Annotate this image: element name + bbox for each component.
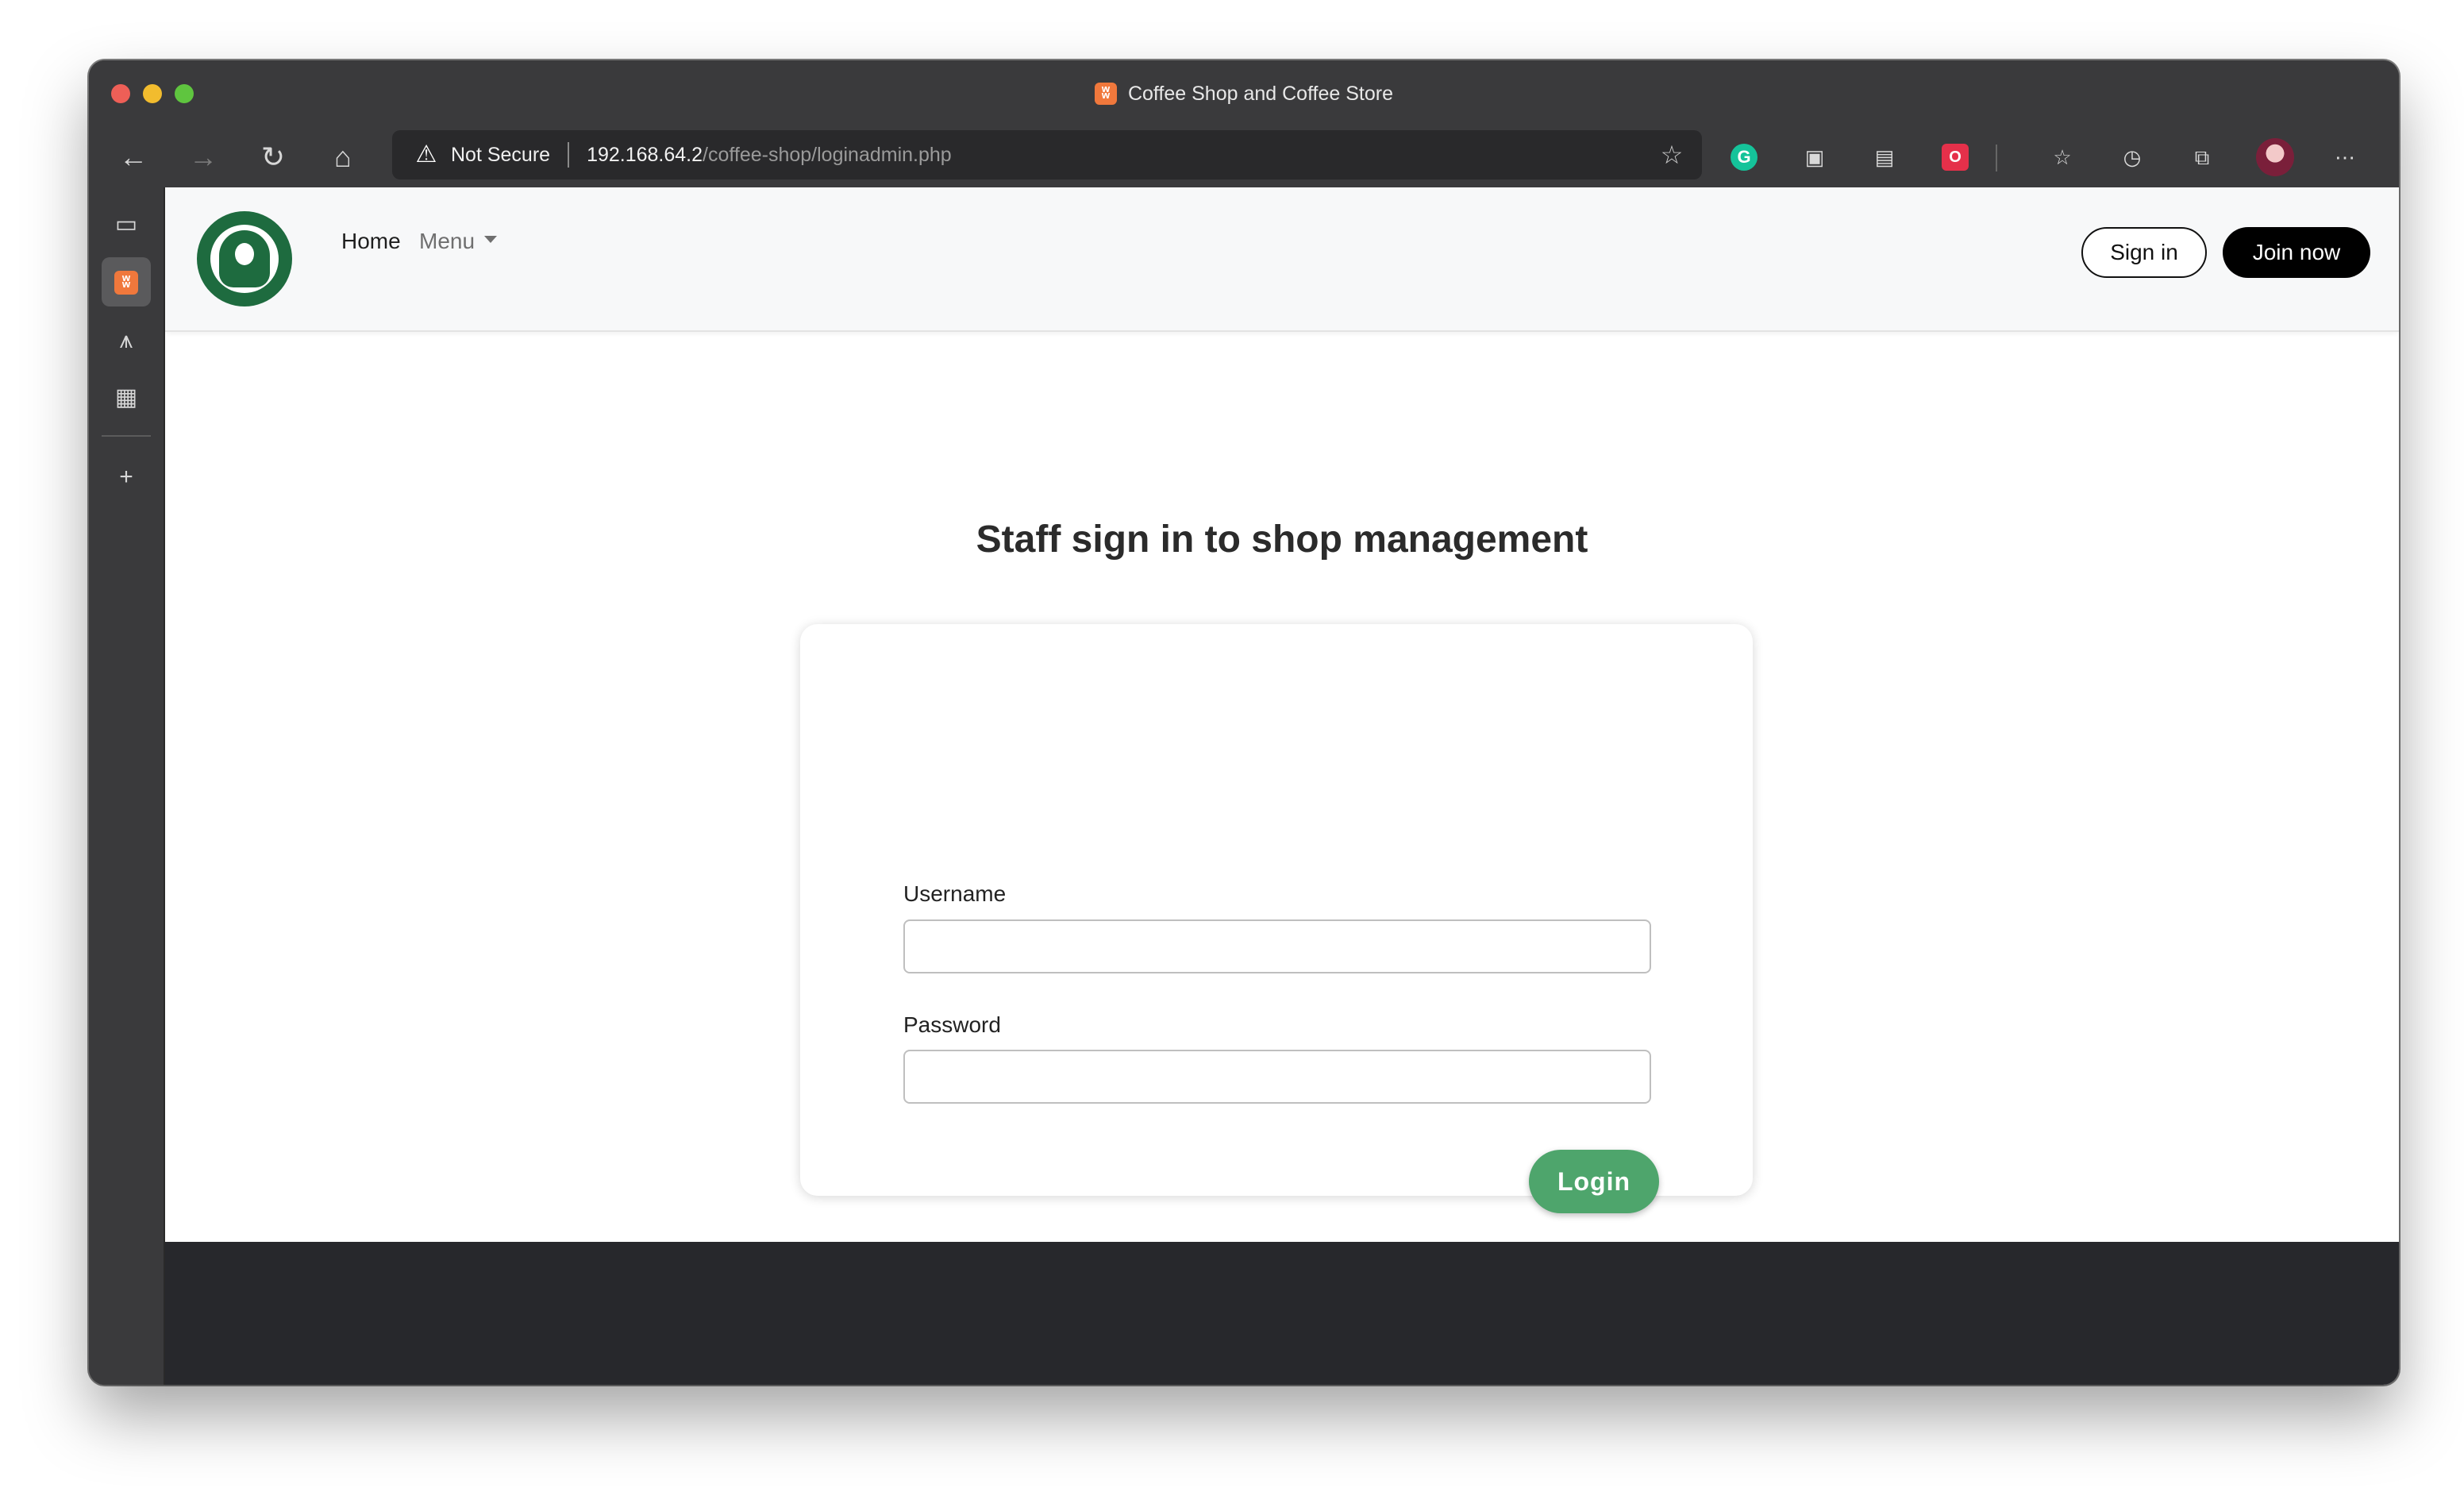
nav-menu-label: Menu: [419, 229, 475, 253]
brand-logo[interactable]: [197, 211, 292, 306]
sign-in-button[interactable]: Sign in: [2081, 227, 2207, 278]
grammarly-icon[interactable]: G: [1731, 144, 1758, 171]
home-icon[interactable]: ⌂: [321, 135, 365, 179]
password-field[interactable]: [903, 1050, 1651, 1104]
warning-icon: ⚠: [415, 141, 437, 168]
extension-icon[interactable]: ▣: [1797, 140, 1832, 175]
tab-actions-icon[interactable]: ▭: [102, 200, 151, 249]
web-page: Home Menu Sign in Join now Staff sign in…: [165, 187, 2399, 1385]
join-now-button[interactable]: Join now: [2223, 227, 2370, 278]
nav-home-link[interactable]: Home: [341, 226, 401, 257]
logo-ring: [210, 225, 279, 293]
sidebar-tab-xampp[interactable]: ʬ: [102, 257, 151, 306]
title-bar: ʬ Coffee Shop and Coffee Store: [89, 60, 2399, 127]
nav-menu-dropdown[interactable]: Menu: [419, 226, 498, 257]
vertical-tabs-sidebar: ▭ ʬ ⩚ ▦ +: [89, 187, 165, 1385]
url-path: /coffee-shop/loginadmin.php: [703, 143, 952, 166]
site-navbar: Home Menu Sign in Join now: [165, 187, 2399, 332]
login-card: Username Password Login: [800, 624, 1753, 1213]
xampp-icon: ʬ: [1094, 83, 1117, 105]
address-bar[interactable]: ⚠ Not Secure 192.168.64.2 /coffee-shop/l…: [392, 130, 1702, 179]
back-icon[interactable]: ←: [111, 135, 156, 179]
collections-icon[interactable]: ⧉: [2185, 140, 2220, 175]
extension-icon[interactable]: ▤: [1867, 140, 1902, 175]
page-title: Staff sign in to shop management: [976, 518, 1588, 561]
sidebar-divider: [102, 435, 151, 437]
browser-toolbar: ← → ↻ ⌂ ⚠ Not Secure 192.168.64.2 /coffe…: [89, 127, 2399, 187]
new-tab-icon[interactable]: +: [102, 453, 151, 502]
add-favorite-icon[interactable]: ☆: [1656, 139, 1688, 171]
sidebar-tab-icon[interactable]: ⩚: [102, 316, 151, 365]
password-label: Password: [903, 1012, 1001, 1037]
username-label: Username: [903, 881, 1007, 906]
site-footer: [165, 1242, 2399, 1385]
tab-title[interactable]: ʬ Coffee Shop and Coffee Store: [89, 78, 2399, 110]
sidebar-tab-icon[interactable]: ▦: [102, 373, 151, 422]
refresh-icon[interactable]: ↻: [251, 135, 295, 179]
profile-avatar[interactable]: [2256, 138, 2294, 176]
more-icon[interactable]: ⋯: [2327, 140, 2362, 175]
siren-icon: [219, 230, 270, 287]
login-button[interactable]: Login: [1529, 1150, 1659, 1213]
xampp-icon: ʬ: [114, 271, 138, 295]
tab-title-text: Coffee Shop and Coffee Store: [1127, 83, 1394, 105]
address-divider: [568, 142, 570, 168]
desktop: ʬ Coffee Shop and Coffee Store ← → ↻ ⌂ ⚠…: [0, 0, 2464, 1488]
extension-icon[interactable]: O: [1942, 144, 1969, 171]
security-label[interactable]: Not Secure: [451, 144, 550, 167]
username-field[interactable]: [903, 919, 1651, 973]
toolbar-divider: [1996, 145, 1997, 172]
history-icon[interactable]: ◷: [2115, 140, 2150, 175]
url-host: 192.168.64.2: [587, 143, 703, 166]
browser-window: ʬ Coffee Shop and Coffee Store ← → ↻ ⌂ ⚠…: [89, 60, 2399, 1385]
chevron-down-icon: [484, 236, 498, 244]
favorites-icon[interactable]: ☆: [2045, 140, 2080, 175]
forward-icon[interactable]: →: [181, 135, 225, 179]
